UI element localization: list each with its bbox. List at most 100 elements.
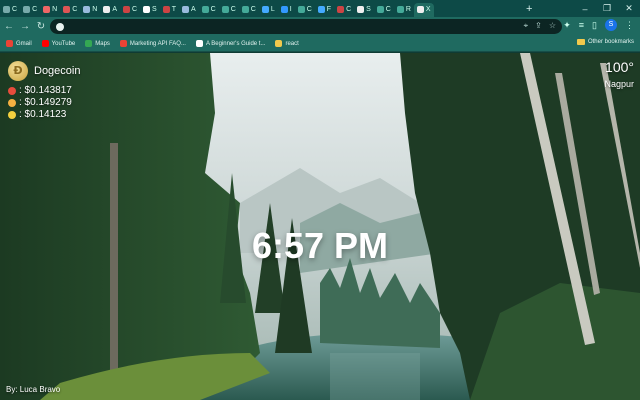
tab-label: C bbox=[230, 6, 236, 13]
browser-tab[interactable]: A bbox=[179, 3, 199, 17]
address-bar[interactable]: ⌖ ⇪ ☆ bbox=[50, 19, 562, 34]
bookmark-item[interactable]: YouTube bbox=[41, 40, 75, 47]
bookmark-favicon-icon bbox=[275, 40, 283, 47]
minimize-icon[interactable]: – bbox=[574, 4, 596, 14]
browser-tab[interactable]: R bbox=[394, 3, 414, 17]
browser-tab[interactable]: X bbox=[413, 2, 434, 17]
tab-favicon-icon bbox=[162, 6, 170, 13]
browser-tab[interactable]: C bbox=[334, 3, 354, 17]
tab-favicon-icon bbox=[241, 6, 249, 13]
forward-icon[interactable]: → bbox=[18, 21, 32, 32]
bookmark-favicon-icon bbox=[85, 40, 93, 47]
tab-favicon-icon bbox=[396, 6, 404, 13]
tab-favicon-icon bbox=[357, 6, 365, 13]
browser-tab[interactable]: C bbox=[60, 3, 80, 17]
back-icon[interactable]: ← bbox=[2, 21, 16, 32]
tab-label: R bbox=[405, 6, 411, 13]
tab-favicon-icon bbox=[221, 6, 229, 13]
tab-label: C bbox=[385, 6, 391, 13]
browser-tab[interactable]: C bbox=[219, 3, 239, 17]
crypto-widget[interactable]: Ð Dogecoin : $0.143817: $0.149279: $0.14… bbox=[8, 61, 80, 121]
price-value: : $0.143817 bbox=[19, 85, 72, 96]
tab-label: N bbox=[92, 6, 98, 13]
bookmark-label: A Beginner's Guide t... bbox=[205, 40, 266, 47]
toolbar: ← → ↻ ⌖ ⇪ ☆ ✦ ≡ ▯ S ⋮ bbox=[0, 17, 640, 36]
window-controls: – ❐ ✕ bbox=[574, 0, 640, 17]
browser-tab[interactable]: I bbox=[278, 3, 295, 17]
bookmark-item[interactable]: A Beginner's Guide t... bbox=[195, 40, 266, 47]
tab-favicon-icon bbox=[376, 6, 384, 13]
price-row: : $0.149279 bbox=[8, 97, 80, 109]
browser-window: C C N C N A C S T A C C C L I C F C S C R X + – ❐ ✕ ← → ↻ ⌖ ⇪… bbox=[0, 0, 640, 400]
share-icon[interactable]: ⇪ bbox=[535, 21, 542, 31]
tab-favicon-icon bbox=[43, 6, 51, 13]
bookmark-item[interactable]: react bbox=[275, 40, 299, 47]
tab-favicon-icon bbox=[337, 6, 345, 13]
close-icon[interactable]: ✕ bbox=[618, 3, 640, 14]
tab-favicon-icon bbox=[317, 6, 325, 13]
tab-favicon-icon bbox=[122, 6, 130, 13]
tab-favicon-icon bbox=[280, 6, 288, 13]
price-row: : $0.14123 bbox=[8, 109, 80, 121]
bookmark-label: Marketing API FAQ... bbox=[129, 40, 186, 47]
profile-avatar[interactable]: S bbox=[605, 19, 617, 31]
tab-favicon-icon bbox=[297, 6, 305, 13]
browser-tab[interactable]: T bbox=[160, 3, 179, 17]
weather-widget[interactable]: 100° Nagpur bbox=[604, 59, 634, 89]
tab-favicon-icon bbox=[182, 6, 189, 13]
tabs: CCNCNACSTACCCLICFCSCRX bbox=[0, 0, 520, 17]
reload-icon[interactable]: ↻ bbox=[34, 21, 48, 32]
browser-tab[interactable]: S bbox=[140, 3, 160, 17]
tab-label: X bbox=[425, 6, 431, 13]
tab-label: C bbox=[12, 6, 18, 13]
tab-label: F bbox=[326, 6, 332, 13]
menu-icon[interactable]: ⋮ bbox=[625, 20, 634, 31]
location-icon[interactable]: ⌖ bbox=[524, 21, 529, 31]
browser-tab[interactable]: F bbox=[315, 3, 334, 17]
price-indicator-icon bbox=[8, 111, 16, 119]
tab-label: A bbox=[112, 6, 117, 13]
bookmark-item[interactable]: Gmail bbox=[6, 40, 32, 47]
tab-label: L bbox=[270, 6, 275, 13]
tab-label: N bbox=[52, 6, 58, 13]
tab-label: C bbox=[306, 6, 312, 13]
new-tab-button[interactable]: + bbox=[520, 3, 538, 15]
reading-list-icon[interactable]: ≡ bbox=[579, 20, 584, 30]
side-panel-icon[interactable]: ▯ bbox=[592, 20, 597, 31]
other-bookmarks-label: Other bookmarks bbox=[587, 39, 634, 45]
tab-label: A bbox=[191, 6, 196, 13]
browser-tab[interactable]: A bbox=[100, 3, 120, 17]
restore-icon[interactable]: ❐ bbox=[596, 3, 618, 14]
tab-strip: C C N C N A C S T A C C C L I C F C S C R X + – ❐ ✕ bbox=[0, 0, 640, 17]
bookmark-item[interactable]: Marketing API FAQ... bbox=[119, 40, 186, 47]
browser-tab[interactable]: C bbox=[20, 3, 40, 17]
bookmark-label: Gmail bbox=[16, 40, 32, 47]
browser-tab[interactable]: L bbox=[259, 3, 278, 17]
browser-tab[interactable]: C bbox=[0, 3, 20, 17]
tab-label: C bbox=[131, 6, 138, 13]
tab-favicon-icon bbox=[103, 6, 111, 13]
browser-tab[interactable]: C bbox=[239, 3, 259, 17]
browser-tab[interactable]: C bbox=[374, 3, 394, 17]
browser-tab[interactable]: S bbox=[354, 3, 374, 17]
clock: 6:57 PM bbox=[251, 225, 389, 266]
tab-favicon-icon bbox=[416, 6, 424, 13]
other-bookmarks[interactable]: Other bookmarks bbox=[576, 39, 634, 45]
browser-tab[interactable]: N bbox=[40, 3, 60, 17]
tab-favicon-icon bbox=[23, 6, 31, 13]
bookmark-favicon-icon bbox=[195, 40, 203, 47]
browser-tab[interactable]: C bbox=[295, 3, 315, 17]
tab-label: C bbox=[72, 6, 78, 13]
extensions-icon[interactable]: ✦ bbox=[563, 20, 571, 31]
browser-tab[interactable]: C bbox=[199, 3, 219, 17]
price-value: : $0.14123 bbox=[19, 109, 67, 120]
bookmark-list: Gmail YouTube Maps Marketing API FAQ... A Be… bbox=[6, 40, 309, 47]
temperature: 100° bbox=[605, 59, 634, 75]
browser-tab[interactable]: N bbox=[80, 3, 100, 17]
tab-label: I bbox=[289, 6, 292, 13]
bookmark-star-icon[interactable]: ☆ bbox=[549, 21, 556, 31]
browser-tab[interactable]: C bbox=[120, 3, 140, 17]
bookmark-item[interactable]: Maps bbox=[85, 40, 110, 47]
photo-credit[interactable]: By: Luca Bravo bbox=[6, 385, 60, 394]
price-indicator-icon bbox=[8, 99, 16, 107]
